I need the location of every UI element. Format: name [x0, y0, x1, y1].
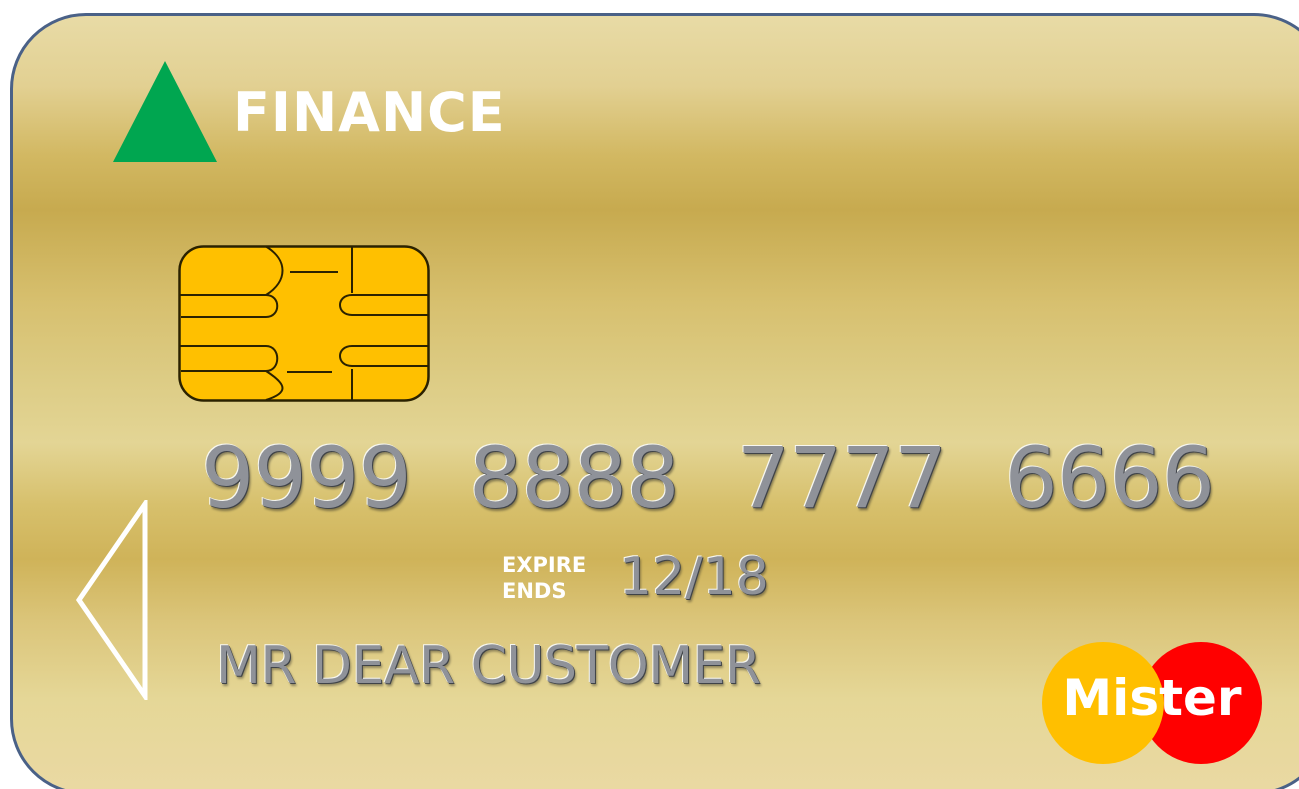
expiry-label: EXPIRE ENDS: [502, 552, 586, 605]
expiry-label-top: EXPIRE: [502, 553, 587, 577]
chip-icon: [178, 245, 430, 402]
expiry-label-bottom: ENDS: [502, 579, 567, 604]
left-arrow-icon: [75, 500, 148, 700]
card-number-group-2: 8888: [468, 429, 680, 527]
card-number-group-3: 7777: [736, 429, 948, 527]
card-number: 9999 8888 7777 6666: [201, 429, 1215, 527]
stage: FINANCE 9999 8888 7777 6666 EXPIRE ENDS: [0, 0, 1299, 789]
card-number-group-4: 6666: [1004, 429, 1215, 527]
expiry-date: 12/18: [619, 547, 769, 607]
card-number-group-1: 9999: [201, 429, 412, 527]
green-triangle-icon: [113, 61, 217, 162]
brand-name: FINANCE: [233, 81, 506, 144]
cardholder-name: MR DEAR CUSTOMER: [216, 636, 761, 696]
credit-card: FINANCE 9999 8888 7777 6666 EXPIRE ENDS: [10, 13, 1299, 789]
network-logo: Mister: [1042, 640, 1262, 766]
network-name: Mister: [1062, 669, 1242, 727]
